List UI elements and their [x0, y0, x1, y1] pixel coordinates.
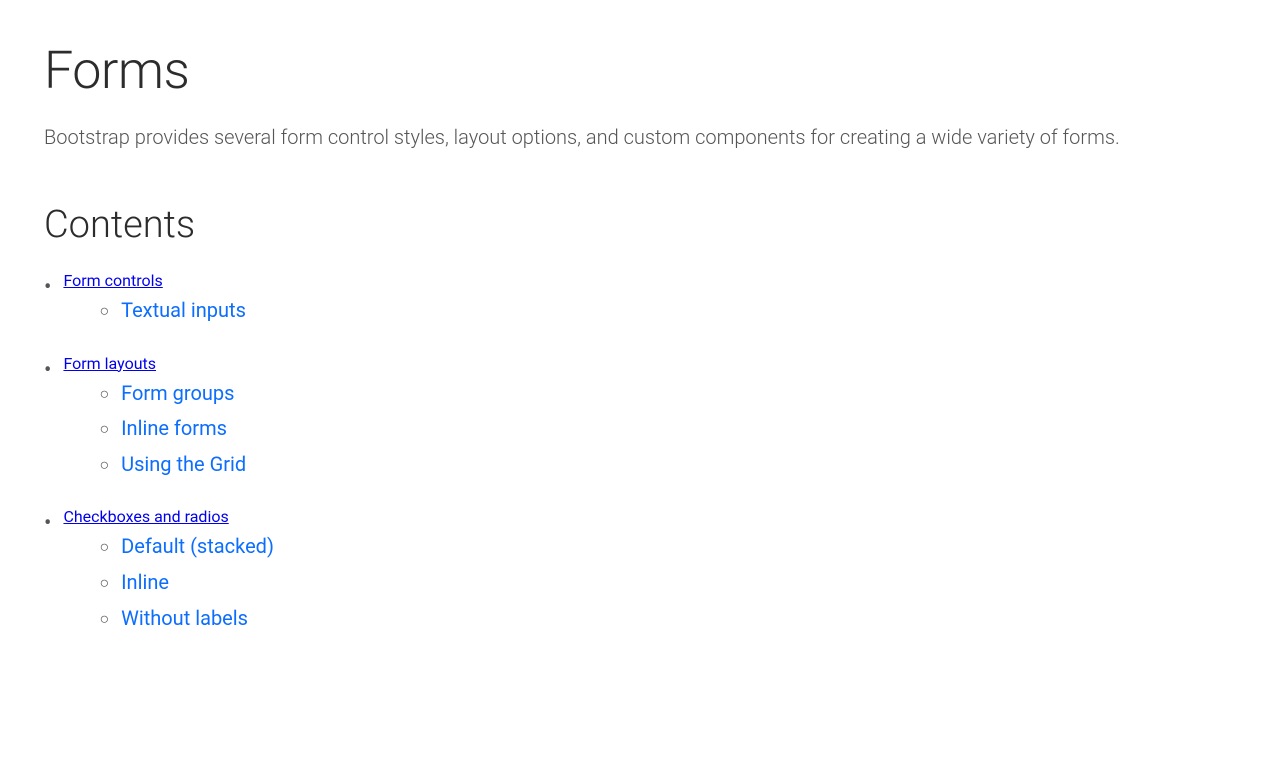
contents-sub-item: ○ Without labels — [99, 606, 273, 632]
contents-top-level-link[interactable]: Form controls — [63, 271, 245, 290]
sub-bullet-icon: ○ — [99, 606, 109, 632]
contents-sub-list: ○ Default (stacked) ○ Inline ○ Without labels — [99, 534, 273, 641]
contents-top-level-link[interactable]: Form layouts — [63, 354, 246, 373]
contents-top-level-item: • Checkboxes and radios ○ Default (stacked)… — [44, 507, 1220, 649]
contents-sub-link[interactable]: Textual inputs — [121, 298, 246, 322]
contents-sub-link[interactable]: Default (stacked) — [121, 534, 274, 558]
contents-sub-item: ○ Using the Grid — [99, 452, 246, 478]
sub-bullet-icon: ○ — [99, 570, 109, 596]
contents-top-level-link[interactable]: Checkboxes and radios — [63, 507, 273, 526]
bullet-icon: • — [44, 273, 51, 304]
contents-sub-link[interactable]: Form groups — [121, 381, 234, 405]
contents-sub-item: ○ Form groups — [99, 381, 246, 407]
contents-sub-link[interactable]: Inline — [121, 570, 169, 594]
contents-sub-link[interactable]: Using the Grid — [121, 452, 246, 476]
sub-bullet-icon: ○ — [99, 381, 109, 407]
contents-sub-link[interactable]: Without labels — [121, 606, 248, 630]
page-title: Forms — [44, 40, 1220, 101]
contents-sub-item: ○ Textual inputs — [99, 298, 245, 324]
contents-sub-list: ○ Form groups ○ Inline forms ○ Using the Grid — [99, 381, 246, 488]
sub-bullet-icon: ○ — [99, 534, 109, 560]
contents-top-level-item: • Form layouts ○ Form groups ○ Inline forms ○ U… — [44, 354, 1220, 496]
bullet-icon: • — [44, 356, 51, 387]
bullet-icon: • — [44, 509, 51, 540]
contents-heading: Contents — [44, 203, 1220, 247]
contents-sub-item: ○ Default (stacked) — [99, 534, 273, 560]
contents-sub-item: ○ Inline forms — [99, 416, 246, 442]
contents-top-level-item: • Form controls ○ Textual inputs — [44, 271, 1220, 342]
sub-bullet-icon: ○ — [99, 452, 109, 478]
sub-bullet-icon: ○ — [99, 298, 109, 324]
contents-sub-link[interactable]: Inline forms — [121, 416, 227, 440]
sub-bullet-icon: ○ — [99, 416, 109, 442]
contents-sub-item: ○ Inline — [99, 570, 273, 596]
contents-list: • Form controls ○ Textual inputs • Form layou… — [44, 271, 1220, 649]
contents-sub-list: ○ Textual inputs — [99, 298, 245, 334]
page-description: Bootstrap provides several form control … — [44, 121, 1220, 153]
